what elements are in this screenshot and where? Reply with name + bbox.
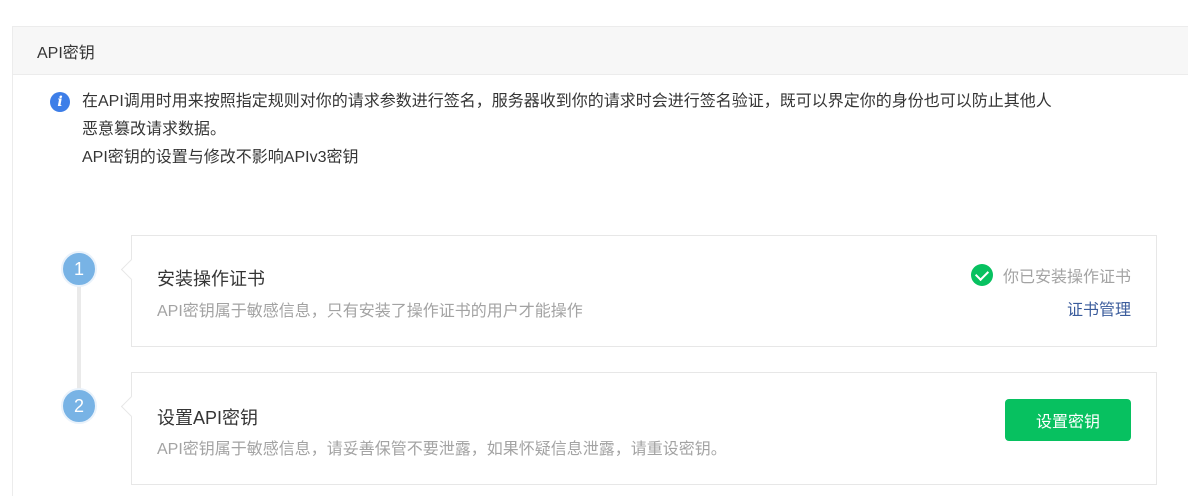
step-card-install-certificate: 安装操作证书 API密钥属于敏感信息，只有安装了操作证书的用户才能操作 你已安装… bbox=[131, 235, 1157, 347]
step-title: 安装操作证书 bbox=[157, 269, 265, 289]
certificate-management-link[interactable]: 证书管理 bbox=[1067, 296, 1131, 320]
info-notice: i 在API调用时用来按照指定规则对你的请求参数进行签名，服务器收到你的请求时会… bbox=[50, 88, 1160, 172]
info-icon: i bbox=[50, 92, 70, 112]
step-description: API密钥属于敏感信息，请妥善保管不要泄露，如果怀疑信息泄露，请重设密钥。 bbox=[157, 441, 727, 458]
step-card-set-api-key: 设置API密钥 API密钥属于敏感信息，请妥善保管不要泄露，如果怀疑信息泄露，请… bbox=[131, 372, 1157, 485]
step-title: 设置API密钥 bbox=[157, 408, 259, 428]
set-api-key-button[interactable]: 设置密钥 bbox=[1005, 399, 1131, 441]
status-text: 你已安装操作证书 bbox=[1002, 269, 1131, 286]
steps-connector-line bbox=[77, 280, 81, 398]
notice-line: 恶意篡改请求数据。 bbox=[82, 121, 227, 138]
step-description: API密钥属于敏感信息，只有安装了操作证书的用户才能操作 bbox=[157, 303, 583, 320]
step-number-badge: 2 bbox=[61, 388, 97, 424]
notice-line: API密钥的设置与修改不影响APIv3密钥 bbox=[82, 149, 359, 166]
step-number-badge: 1 bbox=[61, 251, 97, 287]
check-circle-icon bbox=[970, 264, 993, 286]
panel-title: API密钥 bbox=[37, 44, 95, 62]
panel-header: API密钥 bbox=[13, 27, 1188, 75]
certificate-status: 你已安装操作证书 bbox=[970, 263, 1131, 287]
notice-text: 在API调用时用来按照指定规则对你的请求参数进行签名，服务器收到你的请求时会进行… bbox=[82, 88, 1160, 172]
notice-line: 在API调用时用来按照指定规则对你的请求参数进行签名，服务器收到你的请求时会进行… bbox=[82, 93, 1052, 110]
